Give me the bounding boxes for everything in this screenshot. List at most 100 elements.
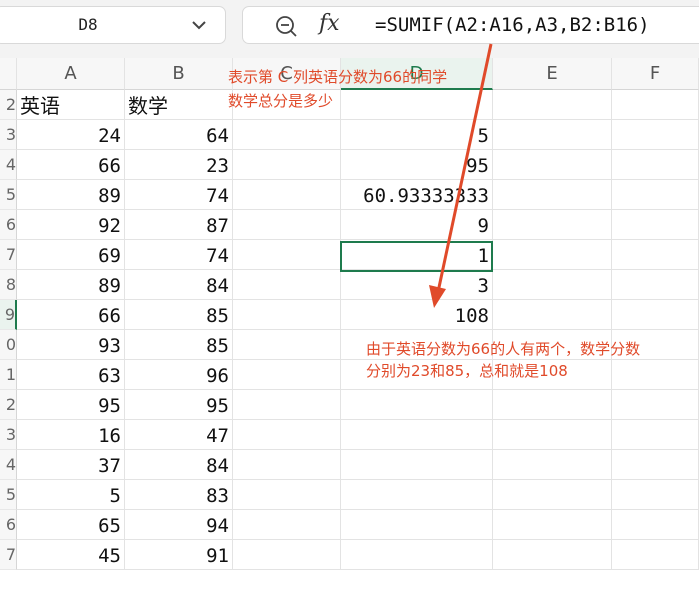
cell-c[interactable] [233, 360, 341, 390]
cell-a[interactable]: 66 [17, 300, 125, 330]
cell-f[interactable] [612, 480, 699, 510]
cell-a[interactable]: 93 [17, 330, 125, 360]
cell-c[interactable] [233, 180, 341, 210]
cell-b[interactable]: 84 [125, 270, 233, 300]
cell-c[interactable] [233, 390, 341, 420]
cell-a[interactable]: 89 [17, 270, 125, 300]
cell-d[interactable]: 108 [341, 300, 493, 330]
row-header[interactable]: 3 [0, 120, 17, 150]
cell-e[interactable] [493, 540, 612, 570]
cell-b-header[interactable]: 数学 [125, 90, 233, 120]
cell-c[interactable] [233, 120, 341, 150]
row-header[interactable]: 7 [0, 540, 17, 570]
cell-d[interactable] [341, 510, 493, 540]
cell[interactable] [341, 90, 493, 120]
row-header[interactable]: 2 [0, 390, 17, 420]
cell-c[interactable] [233, 480, 341, 510]
cell-f[interactable] [612, 510, 699, 540]
row-header[interactable]: 0 [0, 330, 17, 360]
cell-a[interactable]: 45 [17, 540, 125, 570]
cell-d[interactable]: 95 [341, 150, 493, 180]
cell-e[interactable] [493, 510, 612, 540]
cell-d[interactable] [341, 480, 493, 510]
row-header[interactable]: 5 [0, 180, 17, 210]
cell-a[interactable]: 5 [17, 480, 125, 510]
cell-f[interactable] [612, 360, 699, 390]
cell-b[interactable]: 85 [125, 300, 233, 330]
cell-b[interactable]: 85 [125, 330, 233, 360]
column-header-b[interactable]: B [125, 58, 233, 90]
cell-c[interactable] [233, 510, 341, 540]
cell-e[interactable] [493, 210, 612, 240]
cell-f[interactable] [612, 270, 699, 300]
cell-d[interactable]: 3 [341, 270, 493, 300]
cell-f[interactable] [612, 150, 699, 180]
cell[interactable] [612, 90, 699, 120]
row-header[interactable]: 6 [0, 510, 17, 540]
cell-c[interactable] [233, 540, 341, 570]
cell-d[interactable] [341, 540, 493, 570]
cell-b[interactable]: 74 [125, 180, 233, 210]
row-header[interactable]: 9 [0, 300, 17, 330]
cell-b[interactable]: 83 [125, 480, 233, 510]
formula-text[interactable]: =SUMIF(A2:A16,A3,B2:B16) [375, 7, 650, 43]
cell-e[interactable] [493, 480, 612, 510]
cell-b[interactable]: 64 [125, 120, 233, 150]
column-header-a[interactable]: A [17, 58, 125, 90]
cell-c[interactable] [233, 420, 341, 450]
selected-cell-d8[interactable] [340, 241, 493, 272]
cell-d[interactable] [341, 390, 493, 420]
cell-e[interactable] [493, 120, 612, 150]
cell-d[interactable] [341, 450, 493, 480]
cell-e[interactable] [493, 300, 612, 330]
cell-f[interactable] [612, 420, 699, 450]
cell-a[interactable]: 66 [17, 150, 125, 180]
cell-a[interactable]: 24 [17, 120, 125, 150]
row-header[interactable]: 4 [0, 150, 17, 180]
cell-d[interactable]: 5 [341, 120, 493, 150]
cell-f[interactable] [612, 300, 699, 330]
cell-f[interactable] [612, 390, 699, 420]
cell-b[interactable]: 84 [125, 450, 233, 480]
cell-f[interactable] [612, 210, 699, 240]
cell-a[interactable]: 92 [17, 210, 125, 240]
cell-b[interactable]: 95 [125, 390, 233, 420]
cell-f[interactable] [612, 120, 699, 150]
spreadsheet-grid[interactable]: A B C D E F 2 3 4 5 6 7 8 9 0 1 2 3 4 5 6 7 英语 数学 24 64 5 66 23 95 89 7… [0, 58, 699, 613]
cell-e[interactable] [493, 150, 612, 180]
cell-f[interactable] [612, 540, 699, 570]
cell-b[interactable]: 87 [125, 210, 233, 240]
cell-a[interactable]: 95 [17, 390, 125, 420]
cell-b[interactable]: 94 [125, 510, 233, 540]
cell-e[interactable] [493, 420, 612, 450]
chevron-down-icon[interactable] [191, 19, 207, 31]
cell-d[interactable] [341, 420, 493, 450]
cell-c[interactable] [233, 330, 341, 360]
row-header[interactable]: 3 [0, 420, 17, 450]
column-header-f[interactable]: F [612, 58, 699, 90]
cell-e[interactable] [493, 240, 612, 270]
cell-b[interactable]: 96 [125, 360, 233, 390]
cell[interactable] [493, 90, 612, 120]
cell-b[interactable]: 47 [125, 420, 233, 450]
column-header-e[interactable]: E [493, 58, 612, 90]
cell-a[interactable]: 16 [17, 420, 125, 450]
cell-a-header[interactable]: 英语 [17, 90, 125, 120]
cell-d[interactable]: 9 [341, 210, 493, 240]
cell-a[interactable]: 89 [17, 180, 125, 210]
cell-c[interactable] [233, 300, 341, 330]
cell-b[interactable]: 23 [125, 150, 233, 180]
row-header[interactable]: 6 [0, 210, 17, 240]
cell-b[interactable]: 74 [125, 240, 233, 270]
name-box[interactable]: D8 [0, 6, 226, 44]
row-header[interactable]: 7 [0, 240, 17, 270]
cell-e[interactable] [493, 270, 612, 300]
cell-a[interactable]: 63 [17, 360, 125, 390]
row-header[interactable]: 2 [0, 90, 17, 120]
cell-a[interactable]: 37 [17, 450, 125, 480]
cell-f[interactable] [612, 180, 699, 210]
cell-e[interactable] [493, 180, 612, 210]
cell-c[interactable] [233, 270, 341, 300]
row-header[interactable]: 4 [0, 450, 17, 480]
corner-header[interactable] [0, 58, 17, 90]
